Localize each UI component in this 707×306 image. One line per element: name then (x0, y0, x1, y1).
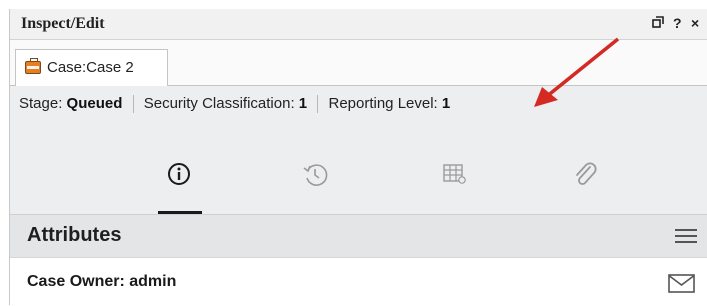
annotation-arrow (534, 37, 620, 107)
case-owner-text: Case Owner: admin (27, 273, 177, 290)
security-classification-label: Security Classification: (143, 95, 299, 112)
detail-toolbar (10, 124, 707, 200)
attributes-title: Attributes (27, 224, 122, 246)
stage-label: Stage: (19, 95, 67, 112)
close-button[interactable]: × (691, 15, 699, 31)
table-grid-icon[interactable] (437, 159, 471, 189)
hamburger-menu-icon[interactable] (675, 227, 697, 245)
panel-title: Inspect/Edit (21, 15, 105, 32)
meta-divider (317, 95, 319, 114)
panel-titlebar: Inspect/Edit ? × (10, 9, 707, 40)
meta-divider (132, 95, 134, 114)
help-button[interactable]: ? (673, 15, 682, 31)
attachment-icon[interactable] (568, 159, 602, 189)
briefcase-icon (25, 58, 41, 74)
tab-case[interactable]: Case:Case 2 (15, 49, 168, 86)
reporting-level-value: 1 (441, 95, 451, 112)
reporting-level-label: Reporting Level: (328, 95, 442, 112)
history-icon[interactable] (298, 159, 332, 189)
case-meta-bar: Stage: Queued Security Classification: 1… (19, 95, 451, 114)
case-owner-row: Case Owner: admin (10, 257, 707, 306)
security-classification-value: 1 (298, 95, 308, 112)
inspect-edit-panel: Inspect/Edit ? × Case:Case 2 Stage: Queu… (9, 9, 707, 306)
mail-icon[interactable] (668, 274, 695, 293)
tab-case-label: Case:Case 2 (47, 59, 134, 76)
attributes-header: Attributes (10, 214, 707, 258)
info-icon[interactable] (162, 159, 196, 189)
case-content: Stage: Queued Security Classification: 1… (10, 86, 707, 306)
stage-value: Queued (66, 95, 123, 112)
restore-window-icon[interactable] (652, 15, 664, 31)
